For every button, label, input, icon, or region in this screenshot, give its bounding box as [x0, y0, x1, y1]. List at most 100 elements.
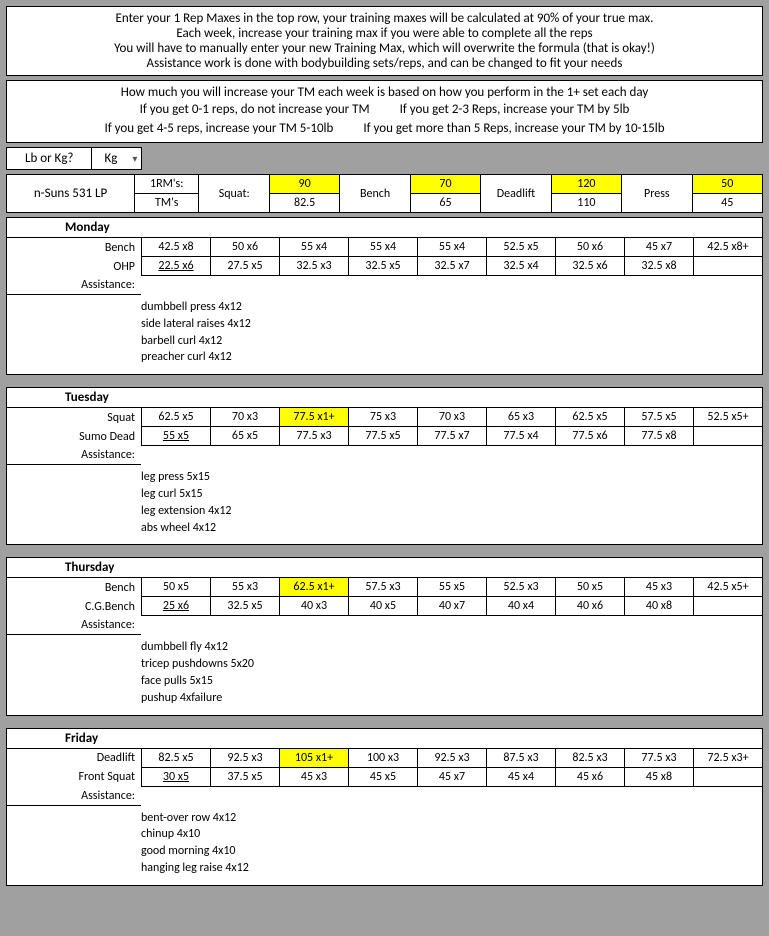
set-cell: 57.5 x5: [624, 408, 693, 427]
set-cell: 40 x4: [486, 597, 555, 616]
day-name: Tuesday: [7, 388, 762, 408]
set-cell: 32.5 x5: [210, 597, 279, 616]
rm-input[interactable]: 50: [693, 175, 762, 194]
intro-line: Enter your 1 Rep Maxes in the top row, y…: [15, 11, 754, 26]
set-cell: 65 x3: [486, 408, 555, 427]
set-cell: 92.5 x3: [417, 749, 486, 768]
rules-top: How much you will increase your TM each …: [15, 85, 754, 100]
rm-input[interactable]: 120: [552, 175, 621, 194]
set-cell: 45 x6: [555, 768, 624, 787]
set-cell: 77.5 x1+: [279, 408, 348, 427]
tm-value[interactable]: 45: [693, 194, 762, 212]
unit-select[interactable]: Kg: [92, 147, 142, 170]
set-cell: 70 x3: [417, 408, 486, 427]
set-cell: 75 x3: [348, 408, 417, 427]
set-cell: 40 x6: [555, 597, 624, 616]
exercise-row: Sumo Dead55 x565 x577.5 x377.5 x577.5 x7…: [7, 427, 762, 446]
day-name: Monday: [7, 218, 762, 238]
assistance-item: good morning 4x10: [141, 843, 762, 860]
rm-input[interactable]: 90: [270, 175, 339, 194]
set-cell: 45 x3: [624, 578, 693, 597]
set-cell: [693, 427, 762, 446]
day-block: ThursdayBench50 x555 x362.5 x1+57.5 x355…: [6, 557, 763, 715]
set-cell: 65 x5: [210, 427, 279, 446]
assistance-label: Assistance:: [7, 616, 141, 635]
assistance-item: dumbbell press 4x12: [141, 299, 762, 316]
lift-label: Press: [622, 175, 692, 212]
set-cell: 32.5 x7: [417, 257, 486, 276]
tm-value[interactable]: 82.5: [270, 194, 339, 212]
set-cell: 32.5 x6: [555, 257, 624, 276]
set-cell: 30 x5: [141, 768, 210, 787]
intro-line: Each week, increase your training max if…: [15, 26, 754, 41]
lift-label: Squat:: [199, 175, 269, 212]
set-cell: 32.5 x4: [486, 257, 555, 276]
rm-input[interactable]: 70: [411, 175, 480, 194]
set-cell: 42.5 x8+: [693, 238, 762, 257]
assistance-item: pushup 4xfailure: [141, 690, 762, 707]
set-cell: 82.5 x3: [555, 749, 624, 768]
unit-row: Lb or Kg? Kg: [6, 147, 763, 170]
assistance-item: side lateral raises 4x12: [141, 316, 762, 333]
set-cell: 45 x4: [486, 768, 555, 787]
set-cell: 45 x7: [417, 768, 486, 787]
set-cell: 92.5 x3: [210, 749, 279, 768]
exercise-row: C.G.Bench25 x632.5 x540 x340 x540 x740 x…: [7, 597, 762, 616]
assistance-item: abs wheel 4x12: [141, 520, 762, 537]
set-cell: 77.5 x6: [555, 427, 624, 446]
set-cell: 45 x5: [348, 768, 417, 787]
day-block: MondayBench42.5 x850 x655 x455 x455 x452…: [6, 217, 763, 375]
set-cell: 70 x3: [210, 408, 279, 427]
assistance-item: leg extension 4x12: [141, 503, 762, 520]
tm-value[interactable]: 65: [411, 194, 480, 212]
lift-label: Deadlift: [481, 175, 551, 212]
tm-label: 1RM's:: [135, 175, 198, 194]
set-cell: 37.5 x5: [210, 768, 279, 787]
tm-row: n-Suns 531 LP 1RM's:TM's Squat: 9082.5 B…: [6, 174, 763, 213]
assistance-item: dumbbell fly 4x12: [141, 639, 762, 656]
assistance-item: barbell curl 4x12: [141, 333, 762, 350]
day-name: Friday: [7, 729, 762, 749]
tm-value[interactable]: 110: [552, 194, 621, 212]
lift-label: Bench: [340, 175, 410, 212]
set-cell: 77.5 x8: [624, 427, 693, 446]
assistance-list: leg press 5x15leg curl 5x15leg extension…: [7, 465, 762, 544]
set-cell: 27.5 x5: [210, 257, 279, 276]
set-cell: 100 x3: [348, 749, 417, 768]
unit-value: Kg: [104, 151, 117, 166]
rule-text: If you get 2-3 Reps, increase your TM by…: [400, 102, 630, 117]
set-cell: [693, 768, 762, 787]
exercise-row: Front Squat30 x537.5 x545 x345 x545 x745…: [7, 768, 762, 787]
set-cell: 55 x3: [210, 578, 279, 597]
set-cell: 52.5 x5: [486, 238, 555, 257]
tm-label: TM's: [135, 194, 198, 212]
day-block: FridayDeadlift82.5 x592.5 x3105 x1+100 x…: [6, 728, 763, 886]
rule-text: If you get 4-5 reps, increase your TM 5-…: [104, 121, 333, 136]
set-cell: 50 x6: [555, 238, 624, 257]
set-cell: 52.5 x3: [486, 578, 555, 597]
set-cell: 55 x4: [417, 238, 486, 257]
exercise-row: OHP22.5 x627.5 x532.5 x332.5 x532.5 x732…: [7, 257, 762, 276]
exercise-label: Front Squat: [7, 768, 141, 786]
intro-box: Enter your 1 Rep Maxes in the top row, y…: [6, 6, 763, 76]
set-cell: 77.5 x7: [417, 427, 486, 446]
exercise-label: Bench: [7, 579, 141, 597]
assistance-item: leg press 5x15: [141, 469, 762, 486]
assistance-list: bent-over row 4x12chinup 4x10good mornin…: [7, 806, 762, 885]
set-cell: 22.5 x6: [141, 257, 210, 276]
exercise-label: Sumo Dead: [7, 428, 141, 446]
exercise-label: OHP: [7, 258, 141, 276]
set-cell: 50 x6: [210, 238, 279, 257]
day-name: Thursday: [7, 558, 762, 578]
intro-line: Assistance work is done with bodybuildin…: [15, 56, 754, 71]
set-cell: 55 x4: [348, 238, 417, 257]
set-cell: 72.5 x3+: [693, 749, 762, 768]
set-cell: 25 x6: [141, 597, 210, 616]
rule-text: If you get more than 5 Reps, increase yo…: [363, 121, 664, 136]
assistance-list: dumbbell press 4x12side lateral raises 4…: [7, 295, 762, 374]
set-cell: 87.5 x3: [486, 749, 555, 768]
set-cell: 77.5 x4: [486, 427, 555, 446]
set-cell: 77.5 x3: [279, 427, 348, 446]
set-cell: 55 x5: [141, 427, 210, 446]
set-cell: 52.5 x5+: [693, 408, 762, 427]
